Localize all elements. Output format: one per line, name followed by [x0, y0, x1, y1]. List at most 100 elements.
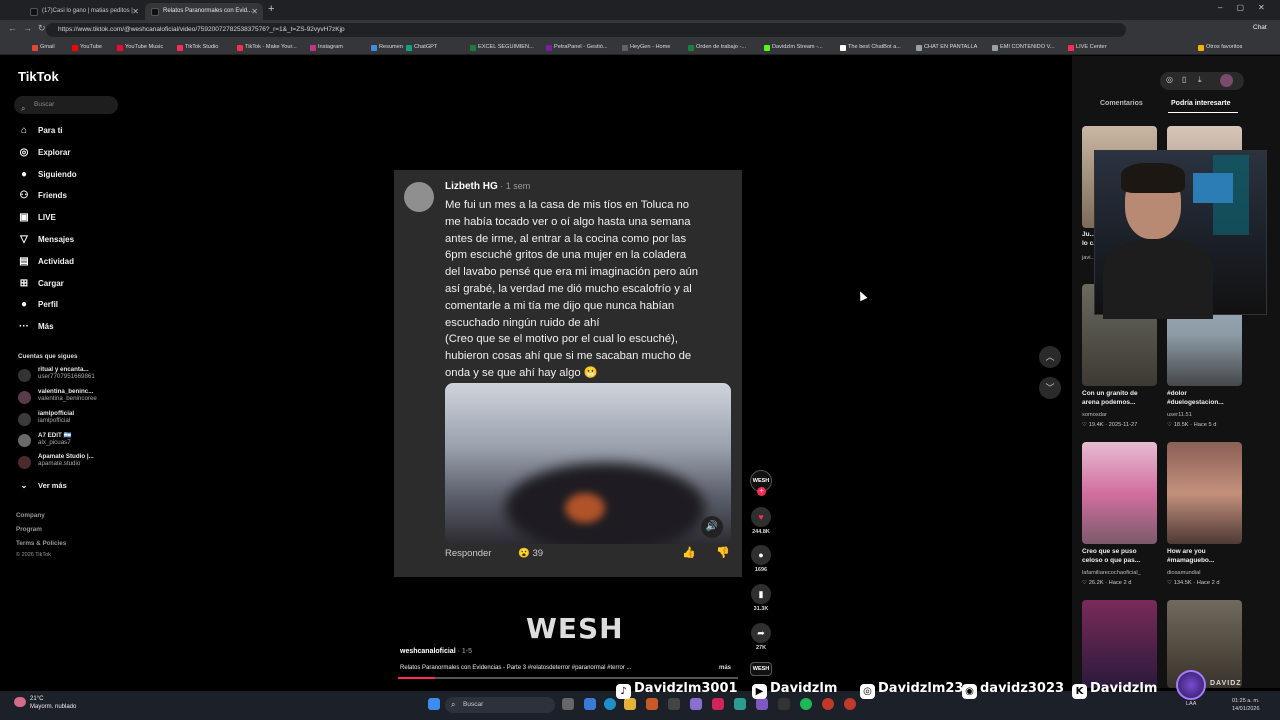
sidebar-item-live[interactable]: ▣ LIVE [18, 211, 56, 225]
volume-icon[interactable]: 🔊 [701, 516, 723, 538]
bookmark-item[interactable]: Orden de trabajo -... [688, 42, 746, 53]
windows-start-icon[interactable] [428, 698, 440, 710]
new-tab-button[interactable]: + [268, 3, 274, 15]
bookmark-item[interactable]: The best ChatBot a... [840, 42, 901, 53]
edge-icon[interactable] [604, 698, 616, 710]
bookmark-item[interactable]: YouTube [72, 42, 102, 53]
like-button[interactable]: ♥ 244.8K [750, 507, 772, 535]
bookmark-item[interactable]: EMI CONTENIDO V... [992, 42, 1055, 53]
browser-tab-tiktok[interactable]: Relatos Paranormales con Evid... ✕ [145, 3, 263, 20]
save-button[interactable]: ▮ 31.3K [750, 584, 772, 612]
url-field[interactable]: https://www.tiktok.com/@weshcanaloficial… [46, 23, 1126, 37]
tiktok-logo[interactable]: TikTok [18, 69, 59, 84]
app-icon[interactable] [822, 698, 834, 710]
app-icon[interactable] [646, 698, 658, 710]
folder-icon[interactable] [624, 698, 636, 710]
weather-widget[interactable]: 21°C Mayorm. nublado [14, 695, 76, 711]
video-user[interactable]: lafamiliarecochaoficial_ [1082, 570, 1162, 576]
app-icon[interactable] [844, 698, 856, 710]
tab-comments[interactable]: Comentarios [1100, 100, 1143, 107]
footer-company[interactable]: Company [16, 512, 45, 519]
avatar[interactable] [404, 182, 434, 212]
taskbar-search[interactable]: ⌕ Buscar [445, 697, 555, 713]
bookmark-item[interactable]: Gmail [32, 42, 55, 53]
share-button[interactable]: ➦ 27K [750, 623, 772, 651]
followed-account[interactable]: Apamate Studio |... apamate.studio [18, 453, 94, 473]
video-thumbnail[interactable] [1167, 442, 1242, 544]
user-avatar-icon[interactable] [1220, 74, 1233, 87]
bookmark-item[interactable]: TikTok Studio [177, 42, 218, 53]
download-icon[interactable]: ⤓ [1198, 75, 1202, 85]
sidebar-item-cargar[interactable]: ⊞ Cargar [18, 277, 64, 291]
sidebar-item-explorar[interactable]: ◎ Explorar [18, 146, 71, 160]
video-thumbnail[interactable] [1082, 600, 1157, 688]
video-progress-bar[interactable] [398, 677, 738, 679]
bookmark-item[interactable]: LIVE Center [1068, 42, 1106, 53]
close-icon[interactable]: ✕ [251, 3, 258, 20]
bookmark-item[interactable]: CHAT EN PANTALLA [916, 42, 977, 53]
sidebar-item-siguiendo[interactable]: ● Siguiendo [18, 168, 77, 182]
bookmark-item[interactable]: Instagram [310, 42, 343, 53]
video-caption[interactable]: Con un granito de arena podemos... [1082, 390, 1162, 407]
search-input[interactable]: ⌕ Buscar [14, 96, 118, 114]
followed-account[interactable]: A7 EDIT 🇦🇷 alx_picuas7 [18, 431, 71, 451]
bookmark-item[interactable]: ChatGPT [406, 42, 437, 53]
chat-button[interactable]: Chat [1253, 24, 1267, 31]
sidebar-item-para-ti[interactable]: ⌂ Para ti [18, 124, 63, 138]
thumbs-up-icon[interactable]: 👍 [682, 546, 696, 559]
comment-video-thumbnail[interactable]: 🔊 [445, 383, 731, 544]
followed-account[interactable]: iamlpofficial iamlpofficial [18, 410, 74, 430]
bookmark-item[interactable]: PetraPanel - Gestió... [546, 42, 607, 53]
app-icon[interactable] [756, 698, 768, 710]
video-user[interactable]: diosamundial [1167, 570, 1247, 576]
bookmark-item[interactable]: TikTok - Make Your... [237, 42, 297, 53]
followed-account[interactable]: valentina_beninc... valentina_benincoree [18, 388, 97, 408]
video-caption[interactable]: How are you #mamaguebo... [1167, 548, 1247, 565]
app-icon[interactable] [778, 698, 790, 710]
video-user[interactable]: somosdar [1082, 412, 1162, 418]
bookmark-item[interactable]: Davidzlm Stream -... [764, 42, 823, 53]
nav-arrows-icon[interactable]: ←→↻ [8, 23, 52, 34]
chevron-down-icon[interactable]: ﹀ [1039, 377, 1061, 399]
bookmark-item[interactable]: EXCEL SEGUIMIEN... [470, 42, 534, 53]
app-icon[interactable] [734, 698, 746, 710]
sidebar-item-perfil[interactable]: ● Perfil [18, 298, 58, 312]
sidebar-item-actividad[interactable]: ▤ Actividad [18, 255, 74, 269]
footer-terms[interactable]: Terms & Policies [16, 540, 66, 547]
spotify-icon[interactable] [800, 698, 812, 710]
bookmark-item[interactable]: YouTube Music [117, 42, 163, 53]
video-caption[interactable]: #dolor #duelogestacion... [1167, 390, 1247, 407]
bookmark-item[interactable]: Otros favoritos [1198, 42, 1242, 53]
app-icon[interactable] [712, 698, 724, 710]
chevron-up-icon[interactable]: ︿ [1039, 346, 1061, 368]
task-view-icon[interactable] [562, 698, 574, 710]
video-thumbnail[interactable] [1082, 442, 1157, 544]
sidebar-item-friends[interactable]: ⚇ Friends [18, 189, 67, 203]
app-icon[interactable] [690, 698, 702, 710]
video-user[interactable]: user11.51 [1167, 412, 1247, 418]
app-icon[interactable] [668, 698, 680, 710]
video-username[interactable]: weshcanaloficial · 1-5 [400, 648, 472, 655]
bookmark-item[interactable]: HeyGen - Home [622, 42, 670, 53]
window-controls[interactable]: –▢✕ [1218, 3, 1279, 12]
comment-author[interactable]: Lizbeth HG · 1 sem [445, 181, 530, 192]
bookmark-item[interactable]: Resumen [371, 42, 403, 53]
thumbs-down-icon[interactable]: 👎 [716, 546, 730, 559]
sound-disc[interactable]: WESH [750, 662, 772, 676]
see-more-button[interactable]: ⌄ Ver más [18, 479, 67, 493]
sidebar-item-m-s[interactable]: ··· Más [18, 320, 54, 334]
more-button[interactable]: más [719, 665, 731, 671]
compass-icon[interactable]: ◎ [1166, 75, 1173, 84]
footer-program[interactable]: Program [16, 526, 42, 533]
language-indicator[interactable]: LAA [1186, 701, 1196, 707]
close-icon[interactable]: ✕ [132, 3, 139, 20]
reply-button[interactable]: Responder [445, 548, 491, 559]
comments-button[interactable]: ● 1696 [750, 545, 772, 573]
widgets-icon[interactable] [584, 698, 596, 710]
phone-icon[interactable]: ▯ [1182, 75, 1186, 84]
follow-plus-icon[interactable]: + [757, 487, 766, 496]
clock[interactable]: 01:25 a. m. 14/01/2026 [1232, 697, 1260, 713]
followed-account[interactable]: ritual y encanta... user7707951669861 [18, 366, 95, 386]
video-caption[interactable]: Creo que se puso celoso o que pas... [1082, 548, 1162, 565]
sidebar-item-mensajes[interactable]: ▽ Mensajes [18, 233, 74, 247]
